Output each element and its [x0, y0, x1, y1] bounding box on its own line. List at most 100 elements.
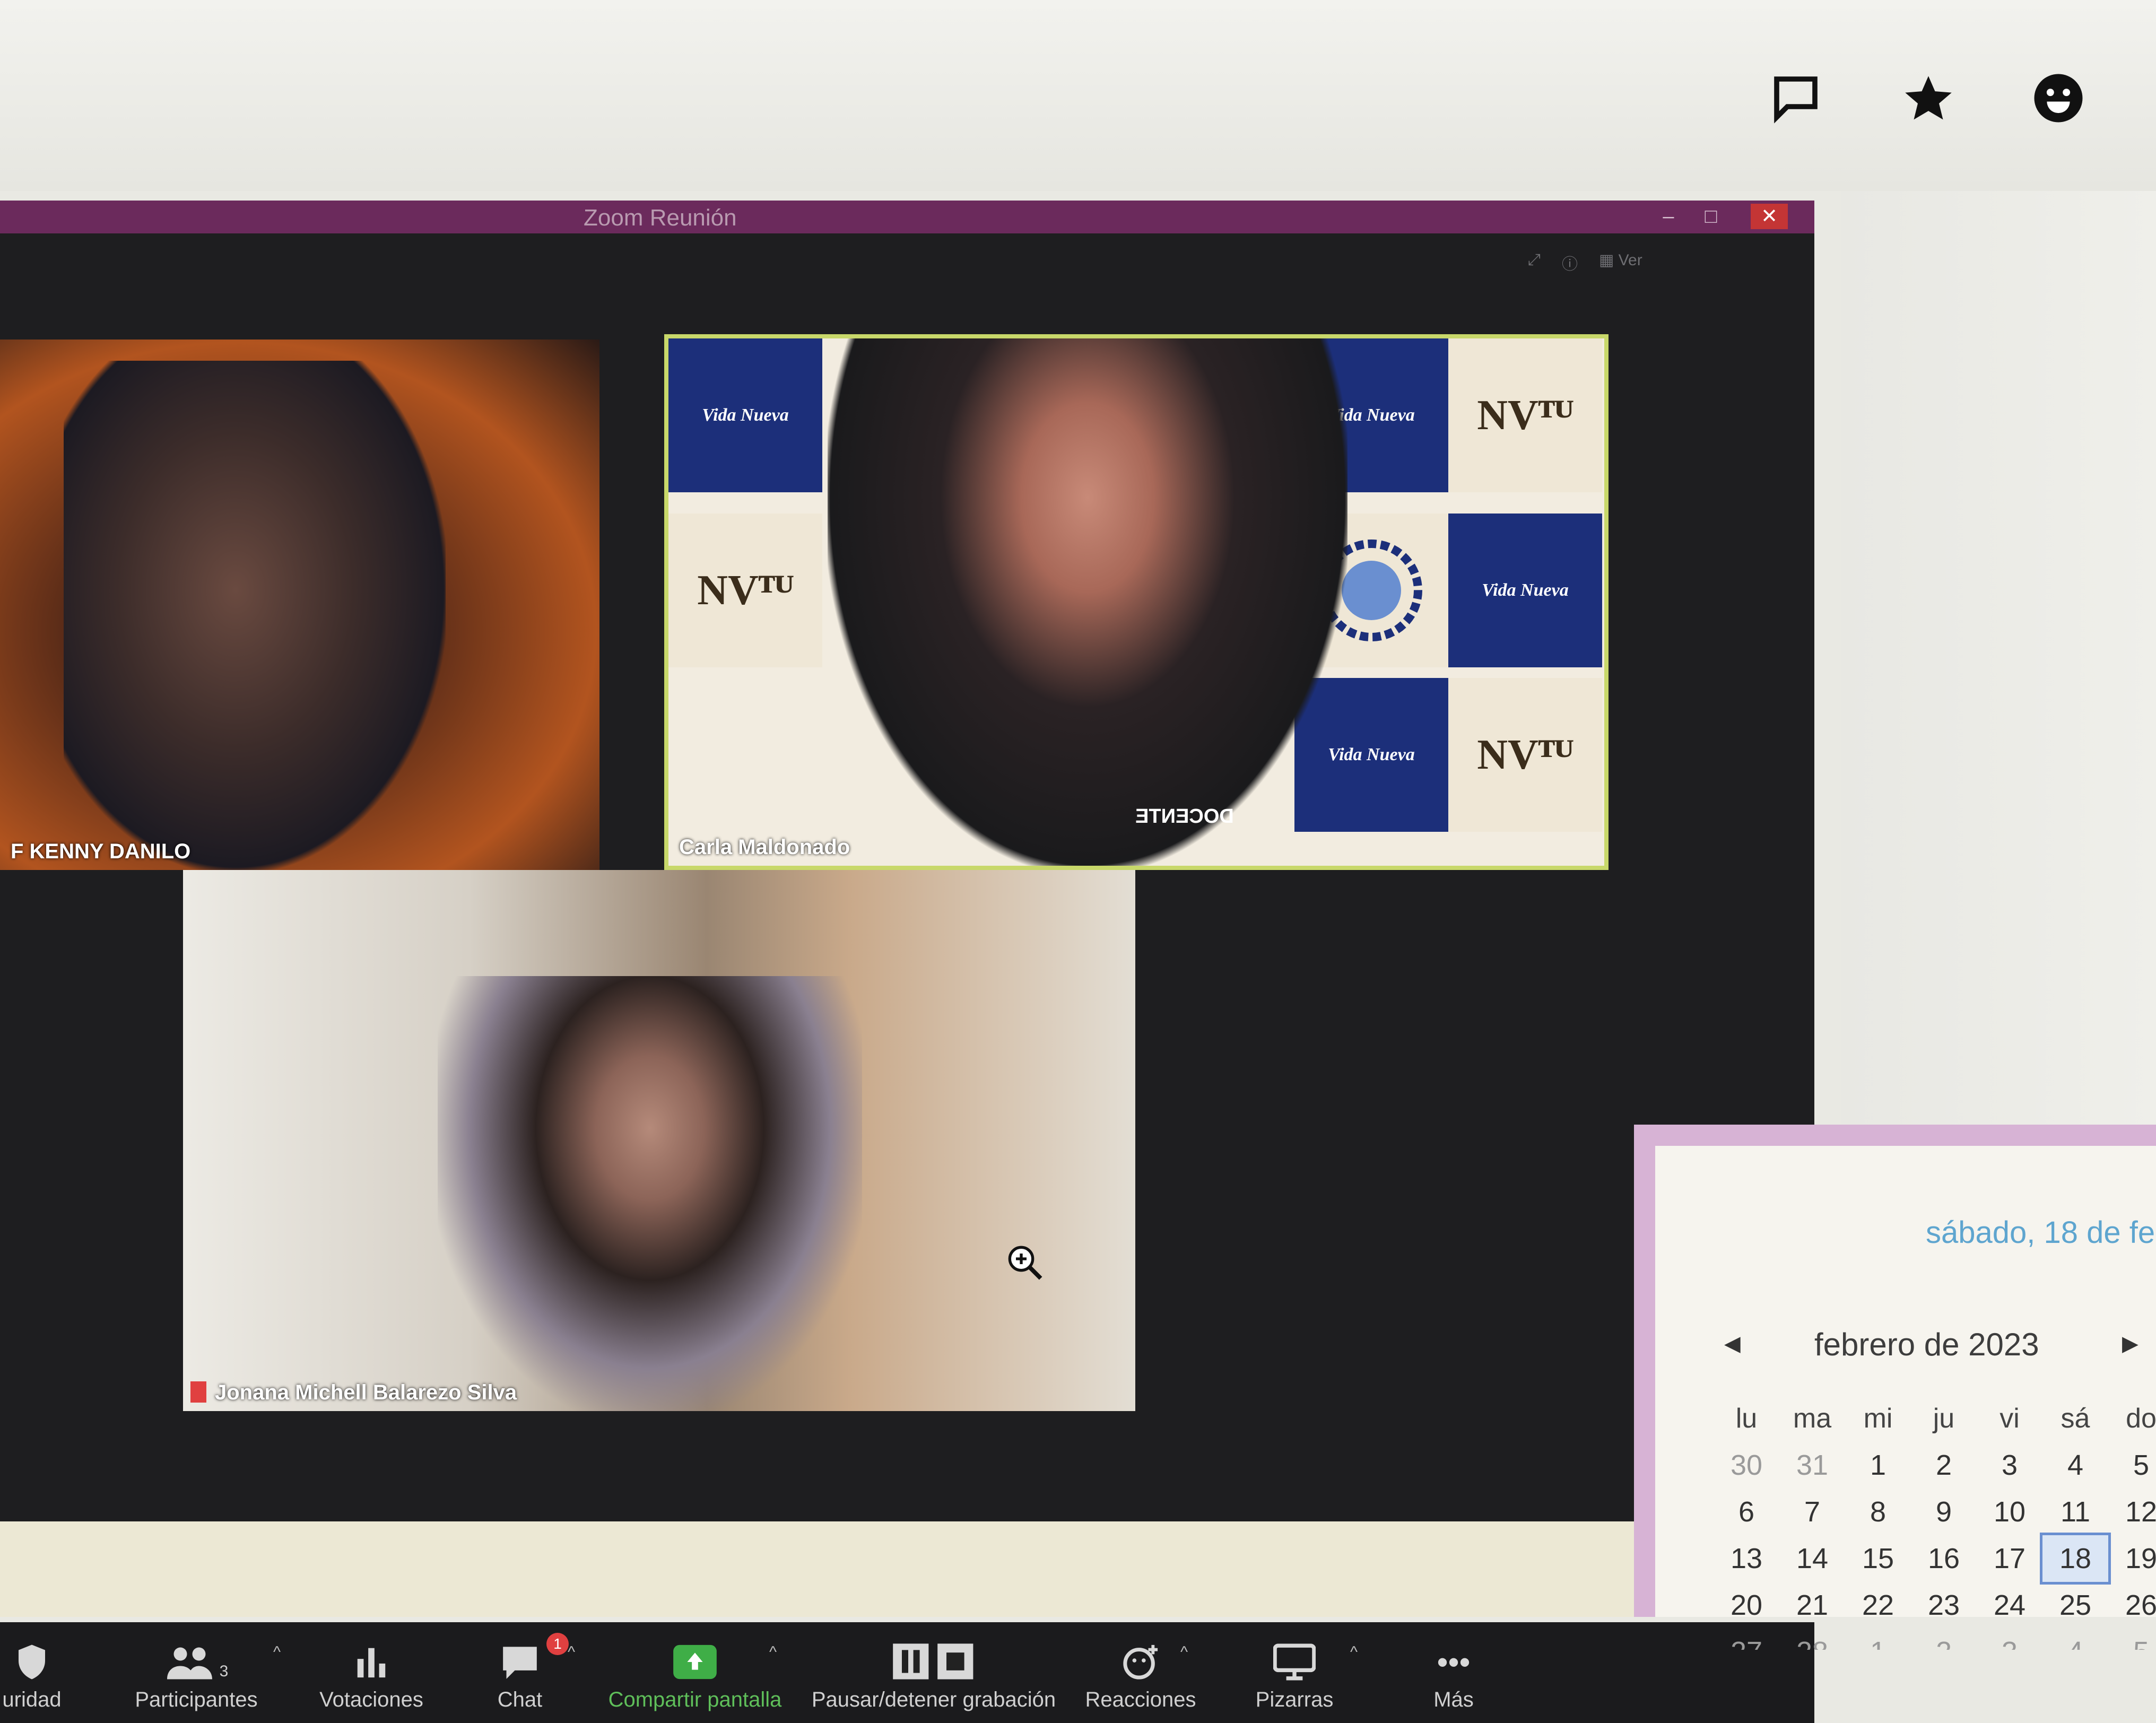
participants-caret-icon[interactable]: ^: [273, 1643, 281, 1661]
weekday-label: ma: [1793, 1403, 1832, 1434]
calendar-day[interactable]: 12: [2108, 1489, 2156, 1535]
participants-count: 3: [219, 1663, 229, 1680]
calendar-day[interactable]: 13: [1714, 1535, 1779, 1582]
star-icon[interactable]: [1899, 69, 1958, 127]
taskbar-strip: [0, 1521, 1645, 1617]
participant-name: Jonana Michell Balarezo Silva: [215, 1381, 517, 1404]
whiteboards-button[interactable]: Pizarras: [1241, 1633, 1347, 1712]
calendar-day[interactable]: 16: [1911, 1535, 1977, 1582]
calendar-week-row: 6 7 8 9 10 11 12: [1714, 1489, 2156, 1535]
zoom-in-cursor-icon: [1005, 1243, 1042, 1280]
calendar-day[interactable]: 28: [1779, 1629, 1845, 1650]
maximize-button[interactable]: □: [1692, 204, 1729, 229]
weekday-label: ju: [1933, 1403, 1955, 1434]
whiteboards-label: Pizarras: [1255, 1688, 1334, 1711]
weekday-label: sá: [2061, 1403, 2090, 1434]
calendar-day[interactable]: 2: [1911, 1629, 1977, 1650]
reactions-caret-icon[interactable]: ^: [1180, 1643, 1188, 1661]
participant-tile[interactable]: Jonana Michell Balarezo Silva: [183, 870, 1135, 1411]
calendar-day[interactable]: 31: [1779, 1442, 1845, 1489]
calendar-day[interactable]: 6: [1714, 1489, 1779, 1535]
calendar-day[interactable]: 21: [1779, 1582, 1845, 1629]
calendar-week-row: 13 14 15 16 17 18 19: [1714, 1533, 2156, 1585]
weekday-label: lu: [1735, 1403, 1758, 1434]
next-month-icon[interactable]: ▶: [2122, 1332, 2138, 1356]
gallery-view-icon[interactable]: ▦ Ver: [1599, 251, 1642, 283]
polls-label: Votaciones: [319, 1688, 423, 1711]
close-button[interactable]: ✕: [1751, 204, 1788, 229]
whiteboards-caret-icon[interactable]: ^: [1350, 1643, 1358, 1661]
security-label: uridad: [2, 1688, 62, 1711]
more-button[interactable]: ••• Más: [1411, 1633, 1496, 1712]
calendar-day[interactable]: 4: [2042, 1442, 2108, 1489]
calendar-day[interactable]: 11: [2042, 1489, 2108, 1535]
chat-badge: 1: [546, 1633, 569, 1655]
chat-caret-icon[interactable]: ^: [568, 1643, 575, 1661]
calendar-week-row: 20 21 22 23 24 25 26: [1714, 1582, 2156, 1629]
calendar-day[interactable]: 5: [2108, 1629, 2156, 1650]
calendar-day[interactable]: 3: [1977, 1629, 2042, 1650]
calendar-day[interactable]: 17: [1977, 1535, 2042, 1582]
more-dots-icon: •••: [1437, 1644, 1471, 1680]
fullscreen-icon[interactable]: ⤢: [1528, 251, 1541, 283]
calendar-day[interactable]: 1: [1845, 1442, 1911, 1489]
shirt-text: DOCENTE: [1135, 805, 1234, 828]
share-screen-button[interactable]: Compartir pantalla: [605, 1633, 785, 1712]
meeting-toolbar: uridad 3 Participantes ^ Votaciones 1 Ch…: [0, 1622, 1814, 1723]
calendar-day[interactable]: 27: [1714, 1629, 1779, 1650]
participant-name: F KENNY DANILO: [11, 840, 191, 863]
weekday-label: do: [2126, 1403, 2156, 1434]
desktop-background: [1841, 191, 2156, 1125]
smiley-icon[interactable]: [2029, 69, 2088, 127]
calendar-day[interactable]: 3: [1977, 1442, 2042, 1489]
share-caret-icon[interactable]: ^: [769, 1643, 777, 1661]
banner-logo: NVᵀᵁ: [668, 514, 822, 667]
chat-button[interactable]: 1 Chat: [477, 1633, 569, 1712]
share-screen-label: Compartir pantalla: [608, 1688, 782, 1711]
comment-icon[interactable]: [1767, 69, 1825, 127]
calendar-day[interactable]: 24: [1977, 1582, 2042, 1629]
calendar-day[interactable]: 5: [2108, 1442, 2156, 1489]
calendar-day[interactable]: 15: [1845, 1535, 1911, 1582]
browser-toolbar: [0, 0, 2156, 191]
polls-button[interactable]: Votaciones: [313, 1633, 430, 1712]
calendar-day[interactable]: 9: [1911, 1489, 1977, 1535]
info-icon[interactable]: ⓘ: [1562, 251, 1578, 283]
calendar-month[interactable]: febrero de 2023: [1814, 1326, 2039, 1363]
calendar-day[interactable]: 26: [2108, 1582, 2156, 1629]
muted-mic-icon: [190, 1381, 206, 1403]
calendar-day[interactable]: 4: [2042, 1629, 2108, 1650]
calendar-day[interactable]: 8: [1845, 1489, 1911, 1535]
minimize-button[interactable]: –: [1650, 204, 1687, 229]
calendar-day[interactable]: 20: [1714, 1582, 1779, 1629]
banner-logo: NVᵀᵁ: [1448, 338, 1602, 492]
weekday-label: vi: [1999, 1403, 2020, 1434]
calendar-day[interactable]: 22: [1845, 1582, 1911, 1629]
calendar-day[interactable]: 14: [1779, 1535, 1845, 1582]
banner-institution-text: Vida Nueva: [1448, 514, 1602, 667]
security-button[interactable]: uridad: [0, 1633, 64, 1712]
window-title: Zoom Reunión: [584, 205, 737, 231]
calendar-grid: lu ma mi ju vi sá do 30 31 1 2 3 4 5 6 7…: [1714, 1395, 2156, 1650]
share-screen-icon: [605, 1633, 785, 1681]
calendar-full-date[interactable]: sábado, 18 de feb: [1926, 1215, 2156, 1250]
record-button[interactable]: Pausar/detener grabación: [806, 1633, 1061, 1712]
calendar-day[interactable]: 10: [1977, 1489, 2042, 1535]
calendar-weekday-row: lu ma mi ju vi sá do: [1714, 1395, 2156, 1442]
calendar-day[interactable]: 1: [1845, 1629, 1911, 1650]
participants-button[interactable]: 3 Participantes: [127, 1633, 265, 1712]
calendar-day[interactable]: 2: [1911, 1442, 1977, 1489]
chat-label: Chat: [497, 1688, 543, 1711]
prev-month-icon[interactable]: ◀: [1724, 1332, 1741, 1356]
participant-tile[interactable]: F KENNY DANILO: [0, 340, 599, 870]
participant-video: [64, 361, 446, 870]
record-label: Pausar/detener grabación: [811, 1688, 1056, 1711]
calendar-day[interactable]: 25: [2042, 1582, 2108, 1629]
calendar-day[interactable]: 7: [1779, 1489, 1845, 1535]
more-label: Más: [1433, 1688, 1474, 1711]
calendar-day[interactable]: 23: [1911, 1582, 1977, 1629]
calendar-day[interactable]: 30: [1714, 1442, 1779, 1489]
calendar-day[interactable]: 19: [2108, 1535, 2156, 1582]
calendar-day-today[interactable]: 18: [2040, 1533, 2111, 1585]
active-speaker-tile[interactable]: Vida Nueva NVᵀᵁ Vida Nueva NVᵀᵁ Vida Nue…: [664, 334, 1609, 870]
